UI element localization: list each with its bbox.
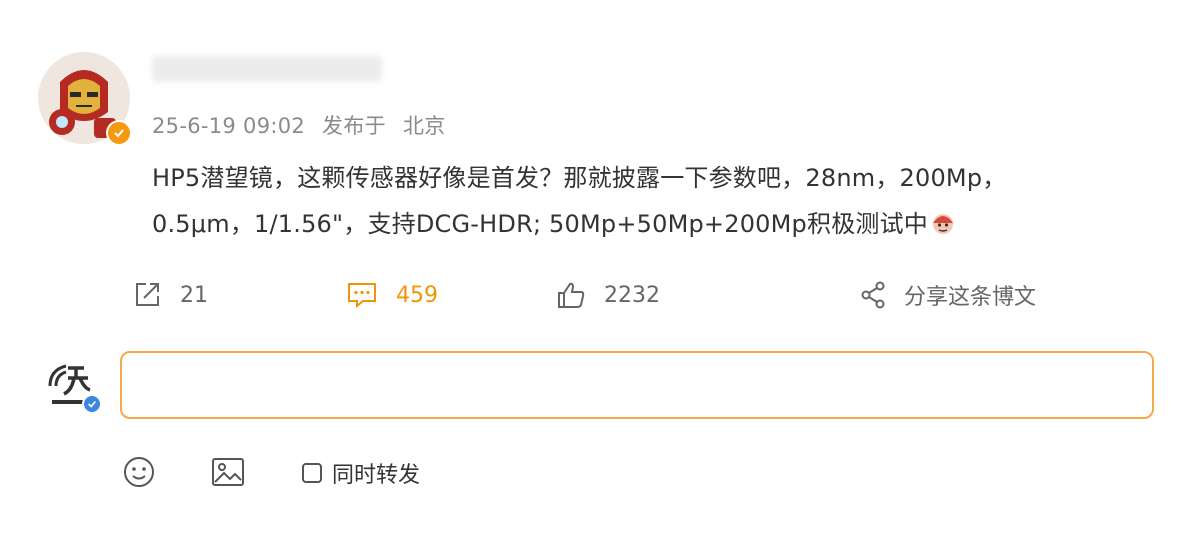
post-text: HP5潜望镜，这颗传感器好像是首发？那就披露一下参数吧，28nm，200Mp， … [152, 155, 1132, 247]
comment-icon [348, 283, 376, 309]
avatar[interactable] [38, 52, 132, 146]
post-text-line-1: HP5潜望镜，这颗传感器好像是首发？那就披露一下参数吧，28nm，200Mp， [152, 164, 1007, 192]
post-text-line-2-content: 0.5μm，1/1.56"，支持DCG-HDR; 50Mp+50Mp+200Mp… [152, 210, 928, 238]
repost-icon [136, 283, 159, 306]
image-icon [212, 458, 244, 486]
share-button[interactable]: 分享这条博文 [860, 278, 1036, 312]
verified-badge-icon [106, 120, 132, 146]
emoji-icon [933, 214, 953, 234]
comment-button[interactable]: 459 [346, 278, 438, 312]
username[interactable] [152, 56, 382, 82]
sync-repost-toggle[interactable]: 同时转发 [302, 457, 420, 489]
current-user-avatar [44, 356, 102, 414]
like-count: 2232 [604, 282, 660, 308]
sync-repost-label: 同时转发 [332, 463, 421, 488]
sync-repost-checkbox[interactable] [302, 463, 322, 483]
comment-input[interactable] [120, 351, 1154, 419]
post-text-line-2: 0.5μm，1/1.56"，支持DCG-HDR; 50Mp+50Mp+200Mp… [152, 201, 1132, 247]
repost-button[interactable]: 21 [132, 278, 208, 312]
emoji-button[interactable] [122, 455, 156, 489]
like-button[interactable]: 2232 [556, 278, 660, 312]
share-label: 分享这条博文 [904, 285, 1037, 310]
post-location: 北京 [402, 114, 446, 138]
image-button[interactable] [210, 455, 246, 489]
share-icon [861, 281, 885, 309]
post-date[interactable]: 25-6-19 09:02 [152, 114, 305, 138]
smiley-icon [124, 457, 154, 487]
thumbs-up-icon [558, 282, 585, 308]
verified-badge-icon [82, 394, 102, 414]
post-meta: 25-6-19 09:02 发布于 北京 [152, 110, 446, 140]
repost-count: 21 [180, 282, 208, 308]
comment-count: 459 [396, 282, 438, 308]
post-source-prefix: 发布于 [322, 114, 386, 138]
